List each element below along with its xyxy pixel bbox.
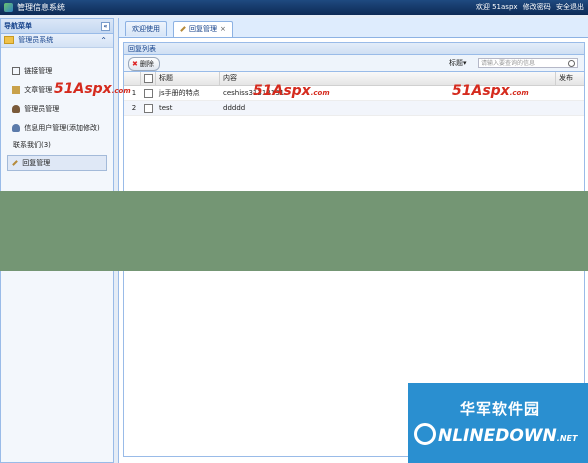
column-header-select — [141, 72, 156, 85]
sidebar-item-replies[interactable]: 回复管理 — [7, 155, 107, 171]
watermark: 51Aspx.com — [253, 83, 330, 99]
watermark: 51Aspx.com — [452, 83, 529, 99]
header-links: 欢迎 51aspx 修改密码 安全退出 — [473, 0, 584, 15]
watermark-suffix: .com — [111, 87, 131, 95]
chevron-down-icon: ▾ — [463, 59, 467, 67]
collapse-sidebar-icon[interactable]: « — [101, 22, 110, 31]
app-logo-icon — [4, 3, 13, 12]
tab-label: 回复管理 — [189, 25, 217, 33]
tab-strip: 欢迎使用 回复管理 × — [119, 18, 588, 38]
row-select — [141, 86, 156, 100]
sidebar-item-label: 管理员管理 — [24, 105, 60, 113]
sidebar-item-label: 回复管理 — [22, 159, 51, 167]
sidebar-item-articles[interactable]: 文章管理 — [12, 84, 52, 96]
search-type-label: 标题 — [449, 59, 463, 67]
close-icon[interactable]: × — [220, 25, 226, 33]
search-icon[interactable] — [568, 60, 575, 67]
sidebar-item-admins[interactable]: 管理员管理 — [12, 103, 59, 115]
change-password-link[interactable]: 修改密码 — [523, 3, 551, 11]
sidebar-item-contact[interactable]: 联系我们(3) — [13, 139, 51, 151]
table-row[interactable]: 2 test ddddd — [124, 101, 584, 116]
watermark-text: 51Aspx — [452, 83, 510, 99]
search-type-select[interactable]: 标题▾ — [449, 58, 467, 68]
watermark: 51Aspx.com — [54, 81, 131, 97]
panel-title: 回复列表 — [123, 42, 585, 55]
pencil-icon — [12, 160, 18, 166]
sidebar-item-label: 信息用户管理(添加修改) — [24, 124, 100, 132]
row-title: js手册的特点 — [159, 89, 200, 97]
delete-icon: ✖ — [132, 60, 138, 68]
ad-english-text: NLINEDOWN.NET — [412, 426, 577, 446]
row-checkbox[interactable] — [144, 88, 153, 98]
sidebar-group-label: 管理员系统 — [18, 36, 54, 44]
row-title: test — [159, 104, 173, 112]
overlay-band — [0, 191, 588, 271]
app-title: 管理信息系统 — [17, 3, 65, 12]
welcome-text: 欢迎 51aspx — [475, 3, 518, 11]
watermark-suffix: .com — [509, 89, 529, 97]
logout-link[interactable]: 安全退出 — [556, 3, 584, 11]
watermark-text: 51Aspx — [54, 81, 112, 97]
ad-brand: NLINEDOWN — [438, 426, 557, 446]
pencil-icon — [180, 26, 186, 32]
tab-label: 欢迎使用 — [132, 25, 160, 33]
app-header: 管理信息系统 欢迎 51aspx 修改密码 安全退出 — [0, 0, 588, 15]
row-select — [141, 101, 156, 115]
row-checkbox[interactable] — [144, 103, 153, 113]
sidebar-item-links[interactable]: 链接管理 — [12, 65, 52, 77]
sidebar-group-admin[interactable]: 管理员系统 ⌃ — [1, 34, 113, 48]
chevron-up-icon[interactable]: ⌃ — [100, 34, 107, 47]
users-icon — [12, 124, 20, 132]
folder-icon — [4, 36, 14, 44]
delete-label: 删除 — [139, 60, 154, 68]
sidebar-item-label: 文章管理 — [24, 86, 53, 94]
row-content: ddddd — [223, 104, 246, 112]
select-all-checkbox[interactable] — [144, 73, 153, 83]
link-icon — [12, 67, 20, 75]
sidebar-item-label: 联系我们(3) — [13, 141, 51, 149]
watermark-text: 51Aspx — [253, 83, 311, 99]
search-placeholder: 请输入要查询的信息 — [481, 60, 536, 67]
sidebar-header: 导航菜单 « — [1, 19, 113, 34]
delete-button[interactable]: ✖ 删除 — [128, 57, 160, 71]
ad-chinese-text: 华军软件园 — [460, 400, 541, 418]
row-number: 2 — [131, 104, 137, 112]
ad-tld: .NET — [556, 434, 578, 443]
search-input[interactable]: 请输入要查询的信息 — [478, 58, 578, 68]
tab-reply-management[interactable]: 回复管理 × — [173, 21, 233, 37]
sidebar-title: 导航菜单 — [4, 22, 32, 30]
column-header-published[interactable]: 发布 — [556, 72, 586, 85]
watermark-suffix: .com — [310, 89, 330, 97]
add-icon — [12, 86, 20, 94]
ad-badge: 华军软件园 NLINEDOWN.NET — [408, 383, 588, 463]
sidebar-item-label: 链接管理 — [24, 67, 53, 75]
user-icon — [12, 105, 20, 113]
column-header-title[interactable]: 标题 — [156, 72, 220, 85]
tab-welcome[interactable]: 欢迎使用 — [125, 21, 167, 36]
sidebar-item-info-users[interactable]: 信息用户管理(添加修改) — [12, 122, 100, 134]
grid-toolbar: ✖ 删除 标题▾ 请输入要查询的信息 — [123, 55, 585, 72]
